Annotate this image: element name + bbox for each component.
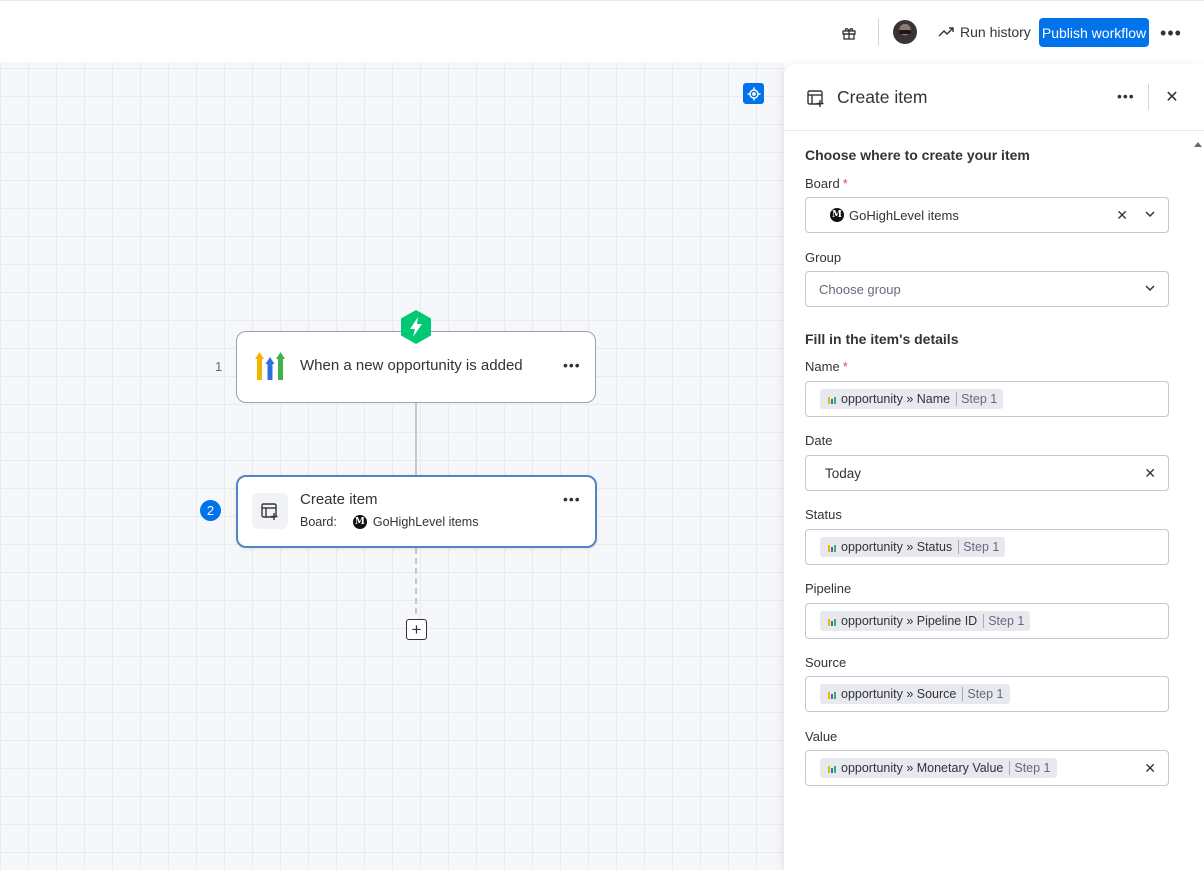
group-select[interactable]: Choose group <box>805 271 1169 307</box>
action-node-title: Create item <box>300 491 378 508</box>
toolbar-divider <box>878 18 879 46</box>
gohighlevel-mini-icon <box>828 690 836 699</box>
board-label: Board: <box>300 515 337 529</box>
step-number: 1 <box>215 359 223 374</box>
gohighlevel-mini-icon <box>828 617 836 626</box>
clear-icon[interactable]: ✕ <box>1144 760 1156 777</box>
avatar[interactable] <box>893 20 917 44</box>
pipeline-field-label: Pipeline <box>805 581 852 596</box>
gift-icon[interactable] <box>838 22 860 44</box>
gohighlevel-mini-icon <box>828 395 836 404</box>
date-value: Today <box>825 465 862 481</box>
action-node-board: Board: M GoHighLevel items <box>300 515 478 529</box>
name-field-label: Name * <box>805 359 848 374</box>
step-number-active: 2 <box>200 500 221 521</box>
gohighlevel-mini-icon <box>828 764 836 773</box>
run-history-button[interactable]: Run history <box>938 20 1031 44</box>
status-field[interactable]: opportunity » Status Step 1 <box>805 529 1169 565</box>
panel-title: Create item <box>837 87 928 107</box>
value-field-label: Value <box>805 729 838 744</box>
close-icon[interactable]: ✕ <box>1161 86 1183 108</box>
step-connector-dashed <box>415 548 417 614</box>
source-field[interactable]: opportunity » Source Step 1 <box>805 676 1169 712</box>
node-more-icon[interactable]: ••• <box>563 357 581 373</box>
value-token-chip[interactable]: opportunity » Monetary Value Step 1 <box>820 758 1057 778</box>
pipeline-field[interactable]: opportunity » Pipeline ID Step 1 <box>805 603 1169 639</box>
chevron-down-icon[interactable] <box>1144 208 1156 220</box>
board-select-value: GoHighLevel items <box>849 207 959 223</box>
board-select[interactable]: M GoHighLevel items ✕ <box>805 197 1169 233</box>
more-options-icon[interactable]: ••• <box>1160 23 1182 43</box>
step-connector <box>415 403 417 475</box>
action-node[interactable] <box>236 475 597 548</box>
run-history-label: Run history <box>960 24 1031 40</box>
section-title-details: Fill in the item's details <box>805 331 959 347</box>
name-field[interactable]: opportunity » Name Step 1 <box>805 381 1169 417</box>
date-field-label: Date <box>805 433 833 448</box>
status-field-label: Status <box>805 507 842 522</box>
section-title-location: Choose where to create your item <box>805 147 1030 163</box>
status-token-chip[interactable]: opportunity » Status Step 1 <box>820 537 1006 557</box>
trigger-node-title: When a new opportunity is added <box>300 357 523 374</box>
scroll-up-arrow[interactable] <box>1194 142 1202 147</box>
pipeline-token-chip[interactable]: opportunity » Pipeline ID Step 1 <box>820 611 1031 631</box>
date-field[interactable]: Today ✕ <box>805 455 1169 491</box>
node-more-icon[interactable]: ••• <box>563 491 581 507</box>
name-token-chip[interactable]: opportunity » Name Step 1 <box>820 389 1004 409</box>
header-divider <box>1148 84 1149 110</box>
board-value: GoHighLevel items <box>372 515 479 529</box>
add-step-button[interactable]: + <box>406 619 427 640</box>
recenter-icon[interactable] <box>743 83 764 104</box>
clear-icon[interactable]: ✕ <box>1116 207 1128 224</box>
top-bar: Run history Publish workflow ••• <box>0 0 1204 62</box>
value-field[interactable]: opportunity » Monetary Value Step 1 ✕ <box>805 750 1169 786</box>
source-token-chip[interactable]: opportunity » Source Step 1 <box>820 684 1010 704</box>
board-field-label: Board * <box>805 176 848 191</box>
chevron-down-icon[interactable] <box>1144 282 1156 294</box>
create-item-icon <box>807 90 824 107</box>
monday-logo-icon: M <box>352 515 367 529</box>
panel-header: Create item ••• ✕ <box>784 64 1204 131</box>
trend-icon <box>938 27 954 37</box>
workflow-canvas[interactable] <box>0 62 784 870</box>
gohighlevel-logo-icon <box>255 352 285 380</box>
clear-icon[interactable]: ✕ <box>1144 465 1156 482</box>
group-placeholder: Choose group <box>819 281 901 297</box>
panel-more-icon[interactable]: ••• <box>1117 88 1135 104</box>
group-field-label: Group <box>805 250 842 265</box>
publish-workflow-button[interactable]: Publish workflow <box>1039 18 1149 47</box>
source-field-label: Source <box>805 655 847 670</box>
side-panel: Create item ••• ✕ Choose where to create… <box>783 64 1204 870</box>
monday-logo-icon: M <box>830 208 844 222</box>
gohighlevel-mini-icon <box>828 543 836 552</box>
lightning-icon <box>401 310 431 344</box>
create-item-icon <box>252 493 288 529</box>
